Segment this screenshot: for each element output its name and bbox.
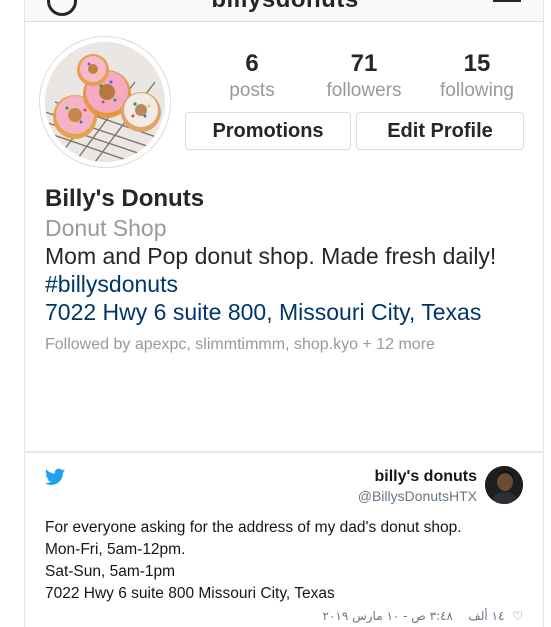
tweet-text: For everyone asking for the address of m… [45, 517, 525, 605]
tweet-footer: ♡ ١٤ ألف ٣:٤٨ ص - ١٠ مارس ٢٠١٩ [323, 609, 523, 623]
tweet-line: Mon-Fri, 5am-12pm. [45, 541, 186, 558]
embedded-tweet: billy's donuts @BillysDonutsHTX For ever… [24, 452, 544, 627]
tweet-avatar[interactable] [485, 466, 523, 504]
profile-username: billysdonuts [175, 0, 395, 14]
instagram-profile-card: billysdonuts [24, 0, 544, 452]
promotions-button[interactable]: Promotions [185, 112, 351, 150]
following-stat[interactable]: 15 following [422, 50, 532, 104]
profile-address-link[interactable]: 7022 Hwy 6 suite 800, Missouri City, Tex… [45, 298, 535, 326]
menu-icon[interactable] [493, 0, 521, 2]
posts-label: posts [229, 80, 275, 101]
tweet-divider [25, 452, 543, 453]
posts-count: 6 [245, 50, 259, 77]
tweet-display-name: billy's donuts [374, 468, 477, 485]
followers-label: followers [326, 80, 402, 101]
instagram-top-bar: billysdonuts [25, 0, 543, 22]
followers-stat[interactable]: 71 followers [309, 50, 419, 104]
profile-description: Mom and Pop donut shop. Made fresh daily… [45, 243, 497, 269]
profile-stats: 6 posts 71 followers 15 following [197, 50, 537, 106]
person-photo-icon [485, 466, 523, 504]
profile-bio: Billy's Donuts Donut Shop Mom and Pop do… [45, 184, 535, 356]
following-label: following [440, 80, 514, 101]
tweet-line: 7022 Hwy 6 suite 800 Missouri City, Texa… [45, 585, 335, 602]
profile-name: Billy's Donuts [45, 185, 205, 212]
tweet-line: Sat-Sun, 5am-1pm [45, 563, 176, 580]
profile-hashtag-link[interactable]: #billysdonuts [45, 270, 535, 298]
profile-avatar[interactable] [39, 36, 171, 168]
twitter-bird-icon[interactable] [45, 468, 65, 486]
following-count: 15 [463, 50, 491, 77]
followers-count: 71 [350, 50, 378, 77]
donut-photo-image [45, 42, 165, 162]
tweet-like-count[interactable]: ١٤ ألف [468, 609, 504, 623]
tweet-handle: @BillysDonutsHTX [357, 488, 477, 504]
tweet-line: For everyone asking for the address of m… [45, 519, 462, 536]
profile-category: Donut Shop [45, 215, 167, 241]
heart-icon[interactable]: ♡ [512, 609, 523, 623]
posts-stat[interactable]: 6 posts [197, 50, 307, 104]
camera-icon[interactable] [47, 0, 77, 16]
followed-by-text[interactable]: Followed by apexpc, slimmtimmm, shop.kyo… [45, 334, 535, 356]
edit-profile-button[interactable]: Edit Profile [356, 112, 524, 150]
tweet-timestamp[interactable]: ٣:٤٨ ص - ١٠ مارس ٢٠١٩ [323, 609, 454, 623]
tweet-author[interactable]: billy's donuts @BillysDonutsHTX [358, 467, 477, 505]
